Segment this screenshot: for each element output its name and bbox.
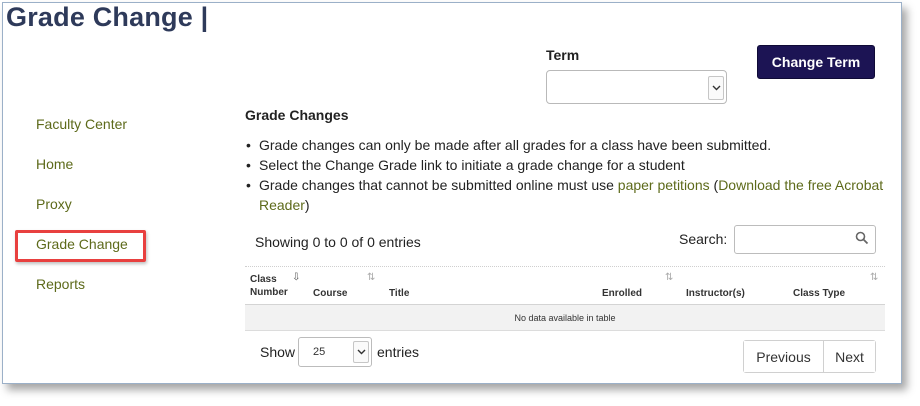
page-title: Grade Change | xyxy=(6,2,209,32)
list-item: • Select the Change Grade link to initia… xyxy=(245,155,885,175)
bullet-text: ) xyxy=(304,197,310,213)
search-icon xyxy=(855,231,869,245)
page-length-select[interactable]: 25 xyxy=(298,337,372,367)
previous-button[interactable]: Previous xyxy=(744,341,824,372)
table-top-border xyxy=(245,266,885,267)
term-label: Term xyxy=(546,47,580,63)
column-header-class-number[interactable]: Class Number xyxy=(250,273,288,299)
pagination: Previous Next xyxy=(743,340,876,373)
sort-icon: ⇅ xyxy=(870,272,879,283)
column-header-class-type[interactable]: Class Type xyxy=(793,287,845,300)
search-label: Search: xyxy=(679,231,728,247)
bullet-dot: • xyxy=(246,177,251,193)
sort-icon: ⇅ xyxy=(367,272,376,283)
search-input[interactable] xyxy=(734,225,876,254)
sidebar-item-reports[interactable]: Reports xyxy=(36,276,85,292)
table-row: No data available in table xyxy=(245,305,885,331)
column-header-enrolled[interactable]: Enrolled xyxy=(602,287,642,300)
bullet-dot: • xyxy=(246,137,251,153)
bullet-text: ( xyxy=(709,177,719,193)
list-item: • Grade changes that cannot be submitted… xyxy=(245,175,885,215)
column-header-instructors[interactable]: Instructor(s) xyxy=(686,287,745,300)
sidebar-item-home[interactable]: Home xyxy=(36,156,73,172)
chevron-down-icon xyxy=(712,85,720,91)
chevron-down-icon xyxy=(357,349,365,355)
section-title: Grade Changes xyxy=(245,107,349,123)
bullet-dot: • xyxy=(246,157,251,173)
term-dropdown-button[interactable] xyxy=(708,76,724,100)
paper-petitions-link[interactable]: paper petitions xyxy=(618,177,710,193)
change-term-button[interactable]: Change Term xyxy=(757,45,875,79)
column-header-label: Class xyxy=(250,274,277,285)
sidebar-item-faculty-center[interactable]: Faculty Center xyxy=(36,116,127,132)
next-button[interactable]: Next xyxy=(824,341,875,372)
page-length-dropdown-button[interactable] xyxy=(353,341,369,363)
sort-icon: ⇅ xyxy=(665,272,674,283)
highlight-box xyxy=(15,230,146,262)
instructions-list: • Grade changes can only be made after a… xyxy=(245,135,885,215)
sort-icon: ⇩ xyxy=(292,272,301,283)
show-label: Show xyxy=(260,344,296,360)
sidebar-item-proxy[interactable]: Proxy xyxy=(36,196,72,212)
term-select[interactable] xyxy=(546,70,727,104)
page-length-value: 25 xyxy=(313,346,326,358)
column-header-course[interactable]: Course xyxy=(313,287,347,300)
column-header-title[interactable]: Title xyxy=(389,287,409,300)
bullet-text: Select the Change Grade link to initiate… xyxy=(259,157,685,173)
column-header-label: Number xyxy=(250,287,288,298)
list-item: • Grade changes can only be made after a… xyxy=(245,135,885,155)
bullet-text: Grade changes that cannot be submitted o… xyxy=(259,177,618,193)
table-info: Showing 0 to 0 of 0 entries xyxy=(255,234,421,250)
bullet-text: Grade changes can only be made after all… xyxy=(259,137,772,153)
entries-label: entries xyxy=(377,344,420,360)
